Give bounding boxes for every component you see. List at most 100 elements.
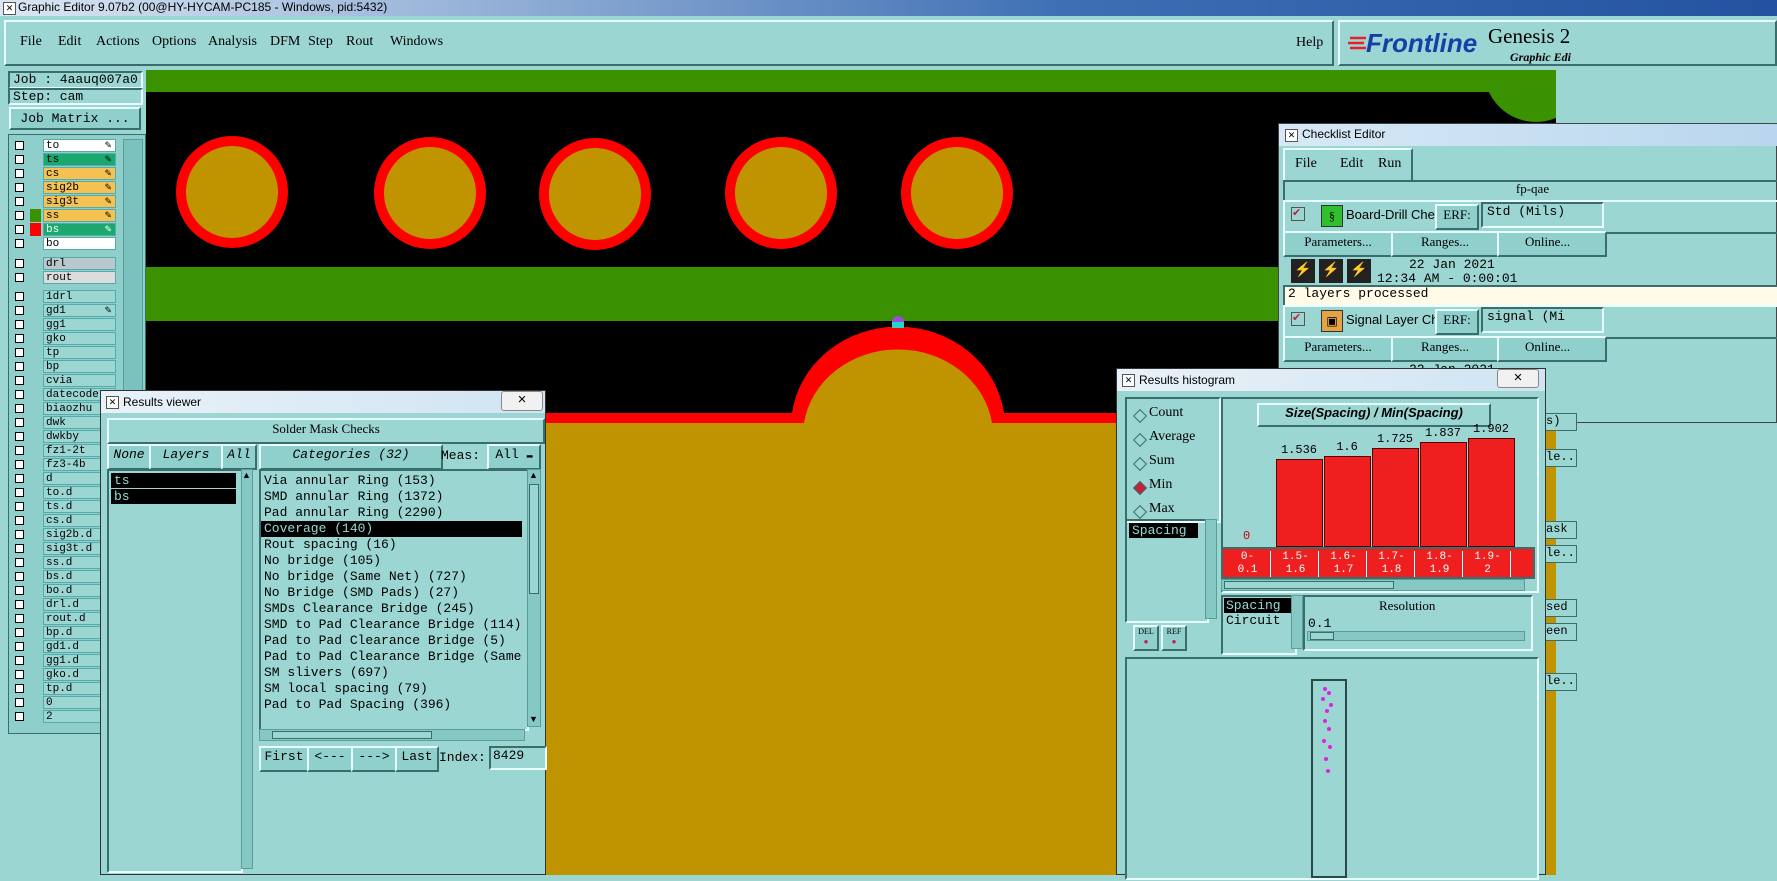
layer-row[interactable]: gd1 ✎ — [13, 304, 117, 318]
check2-name[interactable]: Signal Layer Ch — [1346, 312, 1439, 327]
check1-name[interactable]: Board-Drill Che — [1346, 207, 1435, 222]
categories-button[interactable]: Categories (32) — [259, 444, 443, 470]
layer-row[interactable]: ss ✎ — [13, 209, 117, 223]
menu-step[interactable]: Step — [308, 34, 333, 50]
nav-next-button[interactable]: ---> — [351, 746, 397, 772]
menu-actions[interactable]: Actions — [96, 34, 140, 50]
layer-row[interactable]: gg1 — [13, 318, 117, 332]
layer-checkbox[interactable] — [15, 259, 24, 268]
layer-name[interactable]: cs ✎ — [43, 167, 116, 180]
layer-row[interactable]: cs ✎ — [13, 167, 117, 181]
run-icon-2[interactable]: ⚡ — [1319, 259, 1343, 283]
check2-ranges-button[interactable]: Ranges... — [1391, 336, 1499, 362]
menu-file[interactable]: File — [20, 34, 42, 50]
layer-checkbox[interactable] — [15, 446, 24, 455]
nav-last-button[interactable]: Last — [395, 746, 439, 772]
layer-row[interactable]: bs ✎ — [13, 223, 117, 237]
layer-name[interactable]: rout — [43, 271, 116, 284]
histogram-close-icon[interactable]: × — [1497, 369, 1539, 388]
layer-name[interactable]: tp — [43, 346, 116, 359]
index-input[interactable]: 8429 — [489, 746, 547, 770]
help-menu[interactable]: Help — [1296, 35, 1323, 51]
layer-name[interactable]: 1drl — [43, 290, 116, 303]
layer-checkbox[interactable] — [15, 239, 24, 248]
layer-name[interactable]: ts ✎ — [43, 153, 116, 166]
category-item[interactable]: Rout spacing (16) — [261, 537, 525, 553]
layers-all-button[interactable]: All — [221, 444, 257, 470]
chart-hscrollbar[interactable] — [1221, 579, 1525, 591]
checklist-menu-file[interactable]: File — [1295, 156, 1317, 172]
param-scrollbar[interactable] — [1291, 595, 1303, 649]
layer-checkbox[interactable] — [15, 698, 24, 707]
nav-prev-button[interactable]: <--- — [307, 746, 353, 772]
resolution-slider[interactable] — [1307, 631, 1525, 641]
layer-name[interactable]: sig3t ✎ — [43, 195, 116, 208]
layer-checkbox[interactable] — [15, 670, 24, 679]
checklist-menu-run[interactable]: Run — [1378, 156, 1401, 172]
layer-name[interactable]: gg1 — [43, 318, 116, 331]
category-item[interactable]: No bridge (Same Net) (727) — [261, 569, 525, 585]
delete-button[interactable]: DEL ● — [1133, 625, 1159, 651]
categories-listbox[interactable]: Via annular Ring (153) SMD annular Ring (… — [259, 469, 529, 731]
layer-row[interactable]: drl — [13, 257, 117, 271]
check1-online-button[interactable]: Online... — [1497, 231, 1607, 257]
layers-scrollbar[interactable]: ▲ — [241, 469, 253, 869]
layer-checkbox[interactable] — [15, 183, 24, 192]
layer-checkbox[interactable] — [15, 656, 24, 665]
param-listbox[interactable]: Spacing Circuit — [1221, 595, 1297, 655]
category-item[interactable]: SM slivers (697) — [261, 665, 525, 681]
layer-checkbox[interactable] — [15, 432, 24, 441]
category-item[interactable]: SMDs Clearance Bridge (245) — [261, 601, 525, 617]
layer-checkbox[interactable] — [15, 516, 24, 525]
layer-row[interactable]: sig2b ✎ — [13, 181, 117, 195]
result-layer-item[interactable]: bs — [111, 489, 236, 504]
layer-checkbox[interactable] — [15, 544, 24, 553]
layer-checkbox[interactable] — [15, 376, 24, 385]
menu-edit[interactable]: Edit — [58, 34, 81, 50]
layer-checkbox[interactable] — [15, 225, 24, 234]
layer-checkbox[interactable] — [15, 488, 24, 497]
resolution-slider-thumb[interactable] — [1310, 632, 1334, 640]
check1-parameters-button[interactable]: Parameters... — [1283, 231, 1393, 257]
edit-layer-icon[interactable]: ✎ — [104, 210, 112, 223]
run-icon-1[interactable]: ⚡ — [1291, 259, 1315, 283]
layer-checkbox[interactable] — [15, 390, 24, 399]
check2-online-button[interactable]: Online... — [1497, 336, 1607, 362]
layer-checkbox[interactable] — [15, 169, 24, 178]
param-item-circuit[interactable]: Circuit — [1224, 613, 1294, 628]
layer-name[interactable]: bs ✎ — [43, 223, 116, 236]
check1-erf-value[interactable]: Std (Mils) — [1481, 202, 1604, 228]
results-viewer-close-icon[interactable]: × — [501, 391, 543, 411]
layer-checkbox[interactable] — [15, 586, 24, 595]
category-item[interactable]: No bridge (105) — [261, 553, 525, 569]
layer-checkbox[interactable] — [15, 530, 24, 539]
scroll-down-icon[interactable]: ▼ — [529, 714, 538, 724]
layer-row[interactable]: bp — [13, 360, 117, 374]
check2-parameters-button[interactable]: Parameters... — [1283, 336, 1393, 362]
layers-button[interactable]: Layers — [149, 444, 223, 470]
nav-first-button[interactable]: First — [259, 746, 309, 772]
layer-checkbox[interactable] — [15, 684, 24, 693]
layer-color-swatch[interactable] — [30, 209, 41, 222]
layers-none-button[interactable]: None — [107, 444, 151, 470]
refresh-button[interactable]: REF ● — [1161, 625, 1187, 651]
edit-layer-icon[interactable]: ✎ — [104, 140, 112, 153]
check1-erf-button[interactable]: ERF: — [1435, 204, 1479, 230]
layer-name[interactable]: gko — [43, 332, 116, 345]
meas-dropdown[interactable]: All ▬ — [487, 444, 541, 470]
layer-checkbox[interactable] — [15, 334, 24, 343]
check1-toggle-icon[interactable]: ✔ — [1291, 207, 1305, 221]
category-item[interactable]: Pad to Pad Clearance Bridge (Same — [261, 649, 525, 665]
layer-checkbox[interactable] — [15, 362, 24, 371]
field-listbox[interactable]: Spacing — [1125, 519, 1209, 623]
job-matrix-button[interactable]: Job Matrix ... — [9, 107, 141, 130]
check2-erf-button[interactable]: ERF: — [1435, 309, 1479, 335]
histogram-bar[interactable] — [1324, 456, 1371, 547]
layer-row[interactable]: 1drl — [13, 290, 117, 304]
layer-row[interactable]: rout — [13, 271, 117, 285]
field-scrollbar[interactable] — [1205, 519, 1217, 619]
category-item[interactable]: Via annular Ring (153) — [261, 473, 525, 489]
edit-layer-icon[interactable]: ✎ — [104, 154, 112, 167]
histogram-bar[interactable] — [1276, 459, 1323, 547]
layer-name[interactable]: drl — [43, 257, 116, 270]
